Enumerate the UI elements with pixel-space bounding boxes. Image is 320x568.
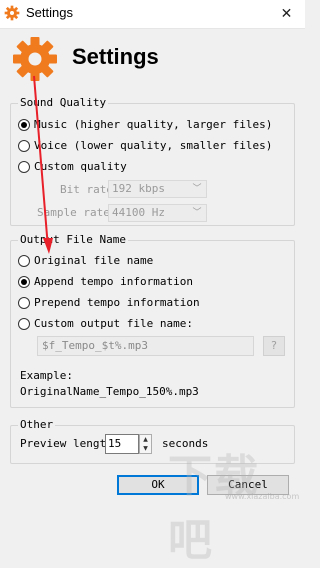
radio-label: Custom quality: [34, 160, 127, 173]
radio-label: Append tempo information: [34, 275, 193, 288]
radio-label: Voice (lower quality, smaller files): [34, 139, 273, 152]
output-file-name-legend: Output File Name: [18, 233, 128, 246]
radio-voice[interactable]: Voice (lower quality, smaller files): [18, 139, 272, 152]
preview-length-stepper[interactable]: ▲ ▼: [139, 434, 152, 454]
sample-rate-value: 44100 Hz: [112, 206, 165, 219]
radio-button[interactable]: [18, 160, 30, 173]
example-label: Example:: [20, 369, 73, 382]
preview-length-label: Preview length: [20, 437, 113, 450]
radio-custom-quality[interactable]: Custom quality: [18, 160, 127, 173]
radio-append-tempo[interactable]: Append tempo information: [18, 275, 193, 288]
radio-button[interactable]: [18, 275, 30, 288]
close-button[interactable]: ✕: [268, 0, 305, 28]
bit-rate-label: Bit rate: [60, 183, 113, 196]
example-value: OriginalName_Tempo_150%.mp3: [20, 385, 199, 398]
window-title: Settings: [26, 5, 73, 20]
chevron-down-icon: ﹀: [192, 208, 202, 218]
radio-prepend-tempo[interactable]: Prepend tempo information: [18, 296, 200, 309]
radio-label: Prepend tempo information: [34, 296, 200, 309]
chevron-up-icon[interactable]: ▲: [140, 435, 151, 444]
radio-music[interactable]: Music (higher quality, larger files): [18, 118, 272, 131]
radio-button[interactable]: [18, 254, 30, 267]
sound-quality-legend: Sound Quality: [18, 96, 109, 109]
radio-button[interactable]: [18, 296, 30, 309]
radio-button[interactable]: [18, 139, 30, 152]
custom-output-name-input[interactable]: $f_Tempo_$t%.mp3: [37, 336, 254, 356]
watermark-url: www.xiazaiba.com: [225, 492, 300, 501]
chevron-down-icon: ﹀: [192, 184, 202, 194]
watermark-logo: 下载吧: [168, 451, 260, 566]
radio-label: Original file name: [34, 254, 154, 267]
gear-icon: [13, 37, 57, 81]
preview-length-input[interactable]: 15: [105, 434, 139, 454]
bit-rate-select[interactable]: 192 kbps ﹀: [108, 180, 207, 198]
page-title: Settings: [72, 44, 159, 69]
bit-rate-value: 192 kbps: [112, 182, 165, 195]
sample-rate-label: Sample rate: [37, 206, 110, 219]
radio-button[interactable]: [18, 317, 30, 330]
radio-label: Custom output file name:: [34, 317, 193, 330]
chevron-down-icon[interactable]: ▼: [140, 444, 151, 453]
gear-icon: [4, 5, 20, 21]
radio-custom-output-name[interactable]: Custom output file name:: [18, 317, 193, 330]
other-legend: Other: [18, 418, 56, 431]
help-button[interactable]: ?: [263, 336, 285, 356]
sample-rate-select[interactable]: 44100 Hz ﹀: [108, 204, 207, 222]
radio-button[interactable]: [18, 118, 30, 131]
radio-original-file-name[interactable]: Original file name: [18, 254, 153, 267]
radio-label: Music (higher quality, larger files): [34, 118, 273, 131]
